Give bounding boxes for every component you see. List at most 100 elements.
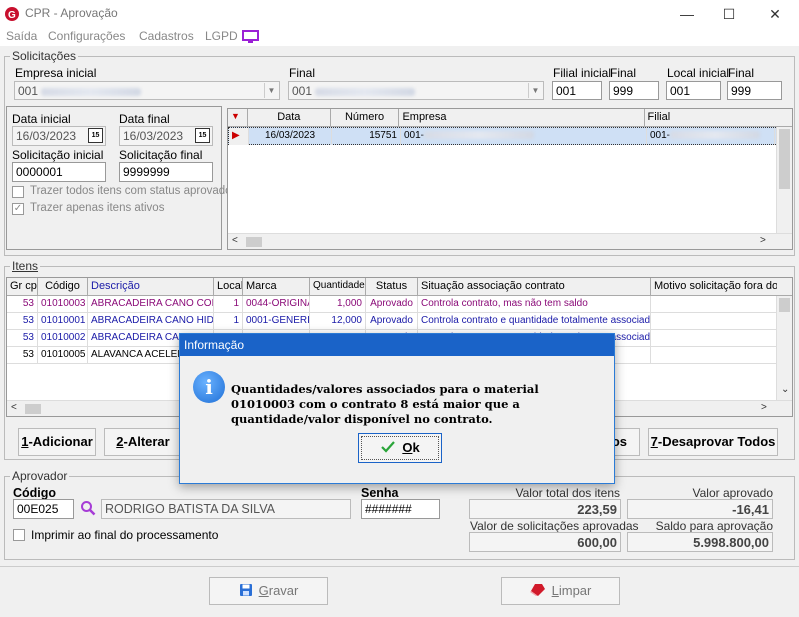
valor-aprovado-label: Valor aprovado xyxy=(692,486,774,500)
col-codigo[interactable]: Código xyxy=(38,278,88,296)
local-final-input[interactable]: 999 xyxy=(727,81,782,100)
scroll-thumb[interactable] xyxy=(25,404,41,414)
col-marca[interactable]: Marca xyxy=(243,278,310,296)
sort-arrow-icon[interactable]: ▼ xyxy=(228,109,248,127)
codigo-input[interactable]: 00E025 xyxy=(13,499,74,519)
senha-input[interactable]: ####### xyxy=(361,499,440,519)
valor-total-label: Valor total dos itens xyxy=(515,486,620,500)
col-status[interactable]: Status xyxy=(366,278,418,296)
vertical-scrollbar[interactable] xyxy=(776,127,792,233)
col-empresa[interactable]: Empresa xyxy=(399,109,645,127)
data-final-label: Data final xyxy=(119,112,170,126)
gravar-button[interactable]: Gravar xyxy=(209,577,328,605)
trazer-ativos-label: Trazer apenas itens ativos xyxy=(30,202,165,214)
solicitacao-inicial-input[interactable]: 0000001 xyxy=(12,162,106,182)
empresa-inicial-combo[interactable]: 001 ▼ xyxy=(14,81,280,100)
scroll-right-icon[interactable]: > xyxy=(761,402,767,413)
cell-gr: 53 xyxy=(7,313,38,330)
cell-marca: 0001-GENERIC xyxy=(243,313,310,330)
empresa-final-combo[interactable]: 001 ▼ xyxy=(288,81,544,100)
cell-marca: 0044-ORIGINAL xyxy=(243,296,310,313)
cell-gr: 53 xyxy=(7,330,38,347)
solicitacao-final-input[interactable]: 9999999 xyxy=(119,162,213,182)
codigo-label: Código xyxy=(13,486,57,500)
table-row[interactable]: 53 01010003 ABRACADEIRA CANO COM 1 0044-ORIG… xyxy=(7,296,792,313)
horizontal-scrollbar[interactable]: < > xyxy=(228,233,792,249)
scroll-thumb[interactable] xyxy=(779,129,790,189)
trazer-ativos-checkbox[interactable]: ✓ xyxy=(12,203,24,215)
dialog-message: Quantidades/valores associados para o ma… xyxy=(231,382,539,426)
title-bar: G CPR - Aprovação — ☐ ✕ xyxy=(0,0,799,28)
col-motivo[interactable]: Motivo solicitação fora do c xyxy=(651,278,777,296)
info-dialog: Informação i Quantidades/valores associa… xyxy=(179,333,615,484)
cell-status: Aprovado xyxy=(366,296,418,313)
vertical-scrollbar[interactable]: ⌄ xyxy=(776,296,792,400)
menu-lgpd[interactable]: LGPD xyxy=(205,29,238,43)
adicionar-button[interactable]: 1-Adicionar xyxy=(18,428,96,456)
dialog-title: Informação xyxy=(180,334,614,356)
senha-label: Senha xyxy=(361,486,399,500)
col-gr-cpr[interactable]: Gr cpr xyxy=(7,278,38,296)
col-situacao[interactable]: Situação associação contrato xyxy=(418,278,651,296)
cell-gr: 53 xyxy=(7,296,38,313)
app-logo-icon: G xyxy=(5,7,19,21)
col-local[interactable]: Local xyxy=(214,278,243,296)
col-filial[interactable]: Filial xyxy=(645,109,792,127)
alterar-button[interactable]: 2-Alterar xyxy=(104,428,182,456)
scroll-thumb[interactable] xyxy=(779,298,790,312)
itens-title: Itens xyxy=(10,259,41,273)
col-numero[interactable]: Número xyxy=(331,109,400,127)
save-icon xyxy=(239,584,252,596)
local-final-label: Final xyxy=(728,66,755,80)
empresa-inicial-label: Empresa inicial xyxy=(15,66,97,80)
scroll-down-icon[interactable]: ⌄ xyxy=(781,384,789,395)
filial-final-input[interactable]: 999 xyxy=(609,81,659,100)
local-inicial-label: Local inicial xyxy=(667,66,730,80)
menu-cadastros[interactable]: Cadastros xyxy=(139,29,194,43)
col-descricao[interactable]: Descrição xyxy=(88,278,214,296)
col-quantidade[interactable]: Quantidade xyxy=(310,278,366,296)
chevron-down-icon[interactable]: ▼ xyxy=(264,83,278,98)
trazer-todos-checkbox[interactable] xyxy=(12,186,24,198)
menu-saida[interactable]: Saída xyxy=(6,29,37,43)
cell-motivo xyxy=(651,347,777,364)
minimize-button[interactable]: — xyxy=(672,4,702,24)
scroll-thumb[interactable] xyxy=(246,237,262,247)
ok-button[interactable]: Ok xyxy=(358,433,442,463)
solicitacao-final-label: Solicitação final xyxy=(119,148,203,162)
close-button[interactable]: ✕ xyxy=(760,4,790,24)
menu-configuracoes[interactable]: Configurações xyxy=(48,29,125,43)
chevron-down-icon[interactable]: ▼ xyxy=(528,83,542,98)
row-pointer-icon: ▶ xyxy=(229,128,249,145)
imprimir-label: Imprimir ao final do processamento xyxy=(31,528,219,542)
imprimir-checkbox[interactable] xyxy=(13,529,25,541)
filial-inicial-input[interactable]: 001 xyxy=(552,81,602,100)
local-inicial-input[interactable]: 001 xyxy=(666,81,721,100)
cell-local: 1 xyxy=(214,296,243,313)
data-inicial-label: Data inicial xyxy=(12,112,71,126)
col-data[interactable]: Data xyxy=(248,109,331,127)
saldo-label: Saldo para aprovação xyxy=(655,519,773,533)
scroll-left-icon[interactable]: < xyxy=(11,402,17,413)
menu-bar: Saída Configurações Cadastros LGPD xyxy=(0,28,799,46)
table-row[interactable]: ▶ 16/03/2023 15751 001- 001- xyxy=(228,127,792,145)
table-row[interactable]: 53 01010001 ABRACADEIRA CANO HIDR 1 0001-GEN… xyxy=(7,313,792,330)
aprovador-nome-field: RODRIGO BATISTA DA SILVA xyxy=(101,499,351,519)
cell-descricao: ABRACADEIRA CANO HIDR xyxy=(88,313,214,330)
aprovador-title: Aprovador xyxy=(10,469,70,483)
search-icon[interactable] xyxy=(80,500,96,516)
desaprovar-todos-button[interactable]: 7-Desaprovar Todos xyxy=(648,428,778,456)
valor-solicitacoes-field: 600,00 xyxy=(469,532,621,552)
maximize-button[interactable]: ☐ xyxy=(714,4,744,24)
calendar-icon[interactable]: 15 xyxy=(195,128,210,143)
trazer-todos-label: Trazer todos itens com status aprovado xyxy=(30,185,232,197)
calendar-icon[interactable]: 15 xyxy=(88,128,103,143)
scroll-left-icon[interactable]: < xyxy=(232,235,238,246)
window-title: CPR - Aprovação xyxy=(25,6,118,20)
solicitacoes-grid[interactable]: ▼ Data Número Empresa Filial ▶ 16/03/202… xyxy=(227,108,793,250)
monitor-icon[interactable] xyxy=(242,30,259,43)
scroll-right-icon[interactable]: > xyxy=(760,235,766,246)
limpar-button[interactable]: Limpar xyxy=(501,577,620,605)
cell-codigo: 01010001 xyxy=(38,313,88,330)
cell-motivo xyxy=(651,330,777,347)
